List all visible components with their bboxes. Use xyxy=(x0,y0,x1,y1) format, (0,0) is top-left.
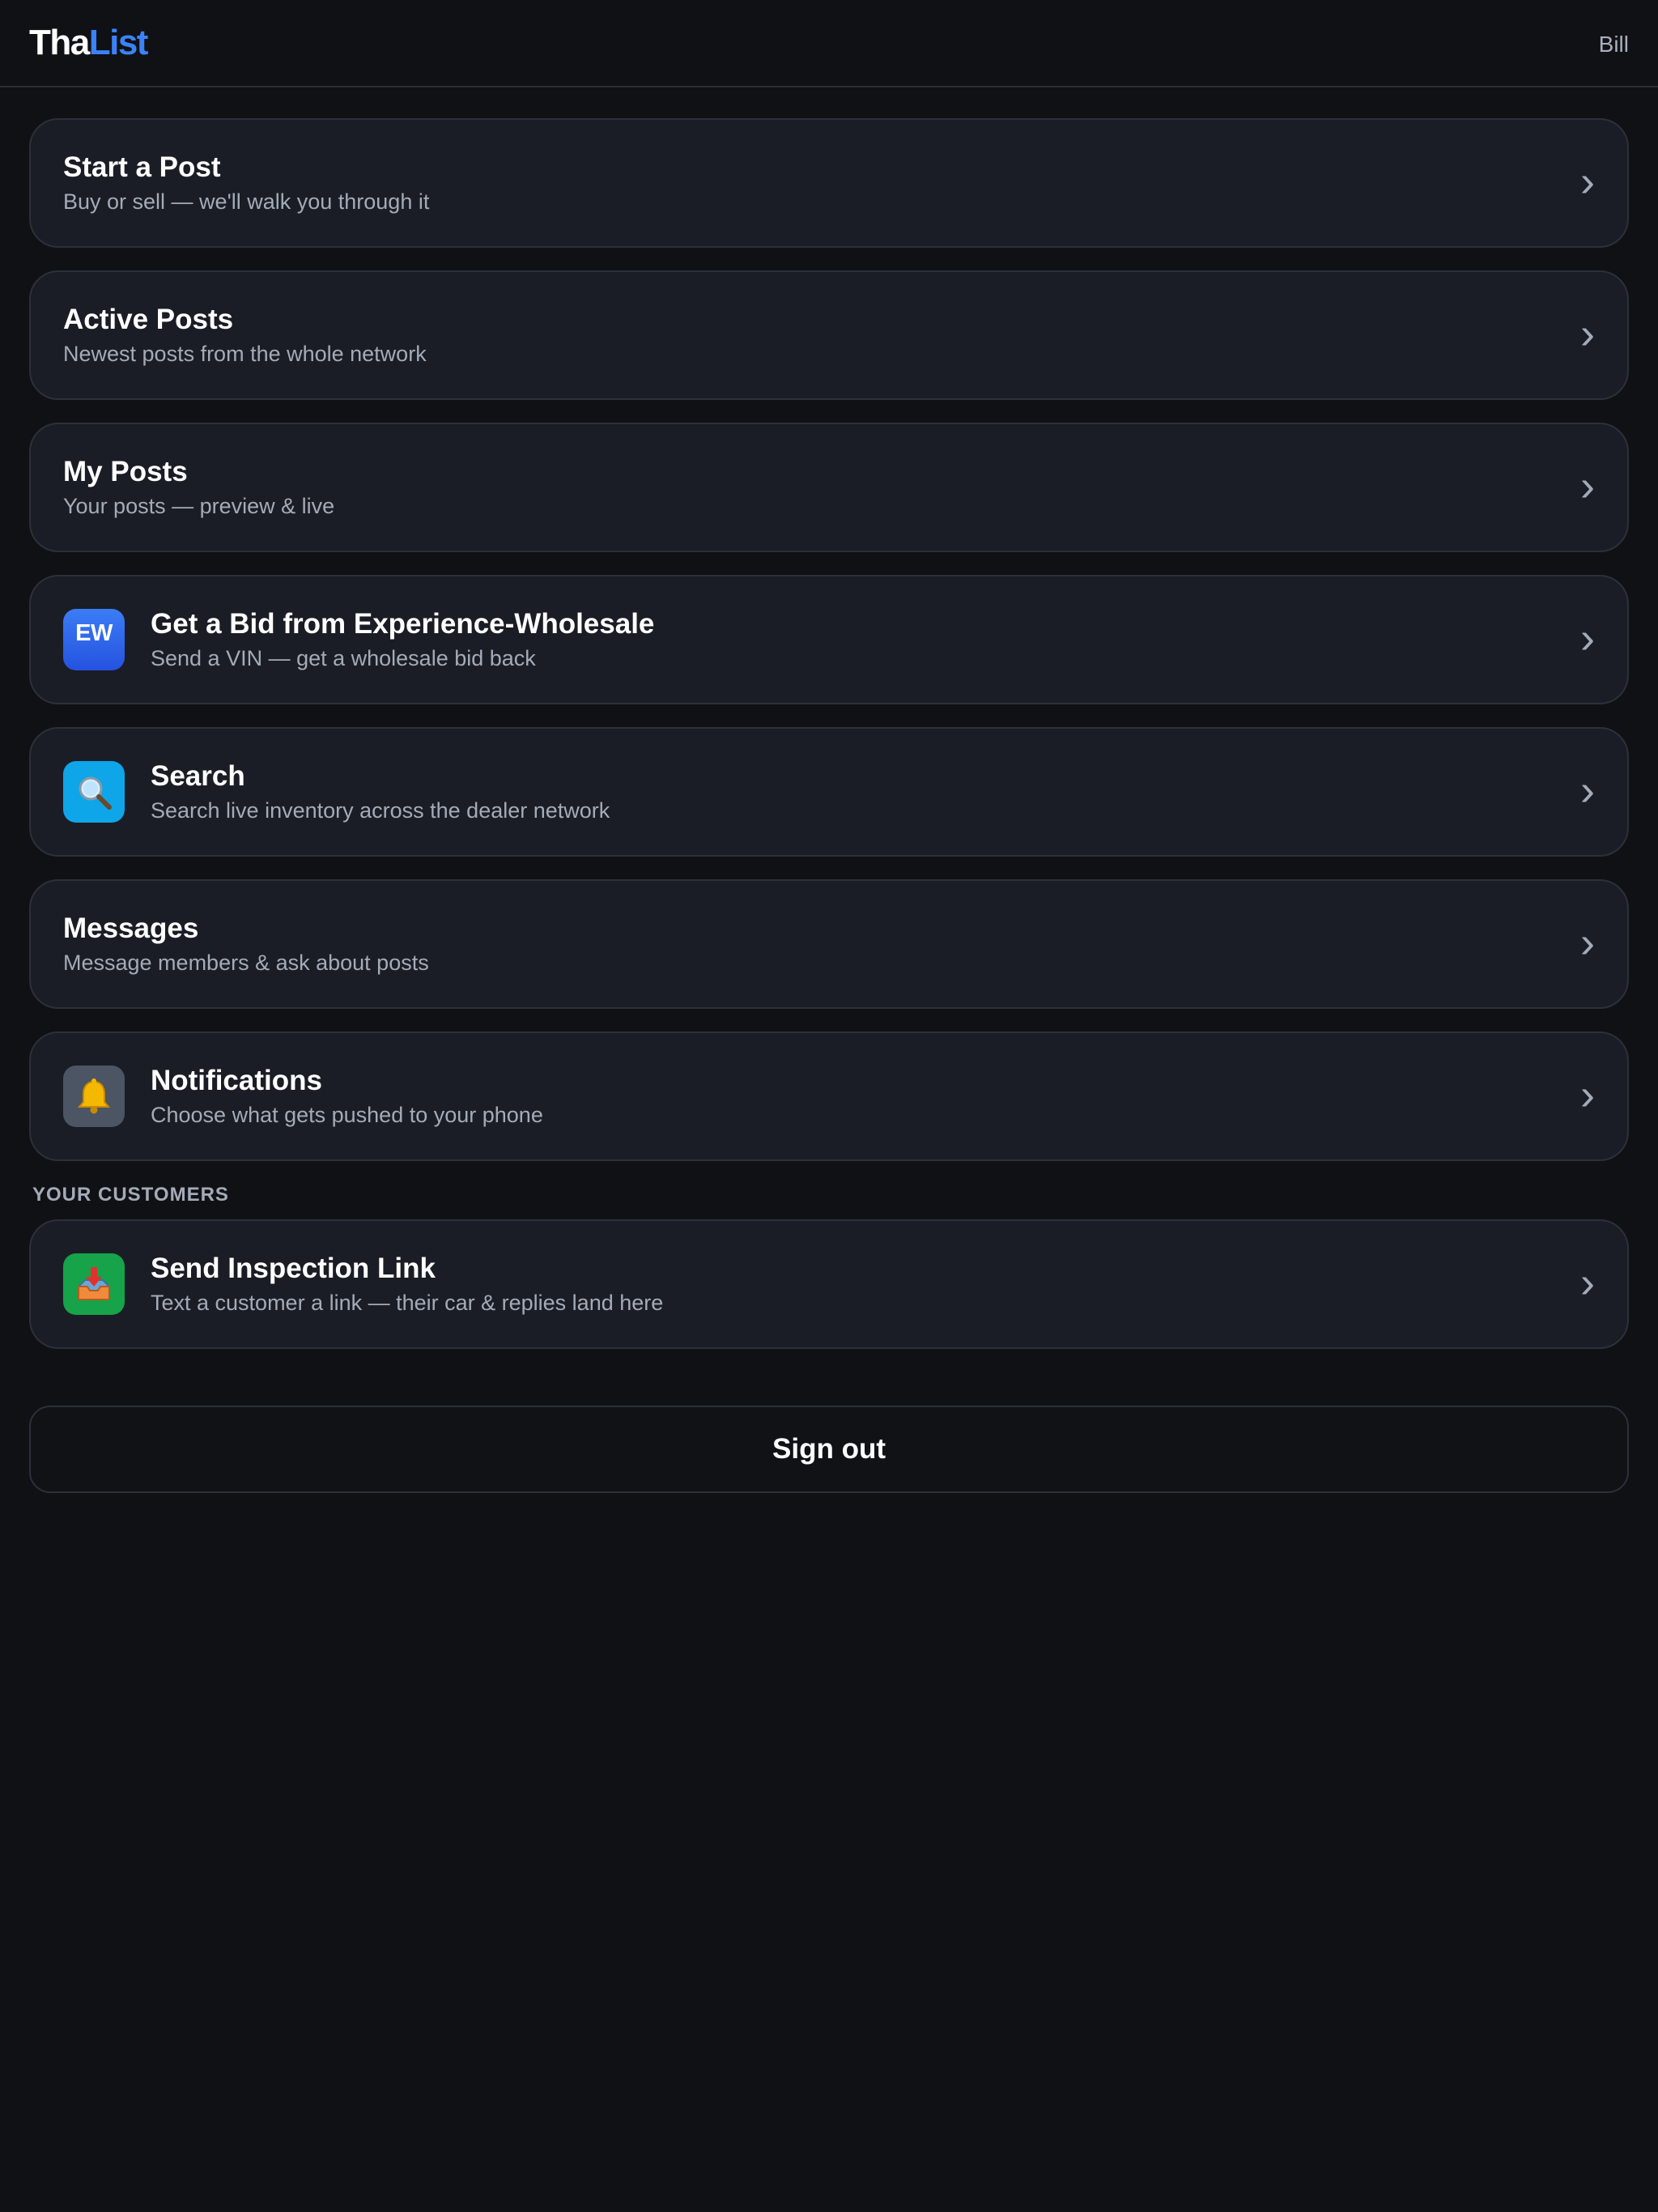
menu-item-subtitle: Message members & ask about posts xyxy=(63,951,429,975)
app-header: ThaList Bill xyxy=(0,0,1658,87)
sign-out-button[interactable]: Sign out xyxy=(29,1406,1629,1493)
menu-item-my-posts[interactable]: My Posts Your posts — preview & live › xyxy=(29,423,1629,552)
menu-item-subtitle: Buy or sell — we'll walk you through it xyxy=(63,189,430,214)
chevron-right-icon: › xyxy=(1580,156,1595,206)
menu-item-subtitle: Newest posts from the whole network xyxy=(63,342,427,366)
menu-item-title: My Posts xyxy=(63,456,188,487)
chevron-right-icon: › xyxy=(1580,461,1595,510)
menu-item-title: Start a Post xyxy=(63,151,221,183)
menu-item-title: Notifications xyxy=(151,1065,322,1096)
search-icon xyxy=(63,761,125,823)
menu-item-search[interactable]: Search Search live inventory across the … xyxy=(29,727,1629,857)
chevron-right-icon: › xyxy=(1580,613,1595,662)
menu-item-title: Get a Bid from Experience-Wholesale xyxy=(151,608,655,640)
chevron-right-icon: › xyxy=(1580,308,1595,358)
menu-item-subtitle: Choose what gets pushed to your phone xyxy=(151,1103,543,1127)
menu-item-notifications[interactable]: Notifications Choose what gets pushed to… xyxy=(29,1032,1629,1161)
menu-item-subtitle: Send a VIN — get a wholesale bid back xyxy=(151,646,536,670)
main-menu: Start a Post Buy or sell — we'll walk yo… xyxy=(29,118,1629,1493)
chevron-right-icon: › xyxy=(1580,917,1595,967)
menu-item-send-inspection-link[interactable]: Send Inspection Link Text a customer a l… xyxy=(29,1219,1629,1349)
menu-item-get-a-bid[interactable]: EW Get a Bid from Experience-Wholesale S… xyxy=(29,575,1629,704)
bell-icon xyxy=(63,1066,125,1127)
chevron-right-icon: › xyxy=(1580,765,1595,815)
menu-item-subtitle: Search live inventory across the dealer … xyxy=(151,798,610,823)
ew-badge-icon: EW xyxy=(63,609,125,670)
menu-item-messages[interactable]: Messages Message members & ask about pos… xyxy=(29,879,1629,1009)
user-name[interactable]: Bill xyxy=(1599,31,1629,58)
menu-item-subtitle: Your posts — preview & live xyxy=(63,494,335,518)
chevron-right-icon: › xyxy=(1580,1257,1595,1307)
app-logo[interactable]: ThaList xyxy=(29,21,149,65)
logo-text-list: List xyxy=(88,23,149,62)
menu-item-title: Messages xyxy=(63,912,199,944)
logo-text-tha: Tha xyxy=(29,23,90,62)
menu-item-active-posts[interactable]: Active Posts Newest posts from the whole… xyxy=(29,270,1629,400)
menu-item-subtitle: Text a customer a link — their car & rep… xyxy=(151,1291,664,1315)
section-label-your-customers: YOUR CUSTOMERS xyxy=(32,1184,229,1206)
inbox-tray-icon xyxy=(63,1253,125,1315)
menu-item-start-a-post[interactable]: Start a Post Buy or sell — we'll walk yo… xyxy=(29,118,1629,248)
chevron-right-icon: › xyxy=(1580,1070,1595,1119)
menu-item-title: Search xyxy=(151,760,245,792)
menu-item-title: Active Posts xyxy=(63,304,234,335)
menu-item-title: Send Inspection Link xyxy=(151,1253,436,1284)
